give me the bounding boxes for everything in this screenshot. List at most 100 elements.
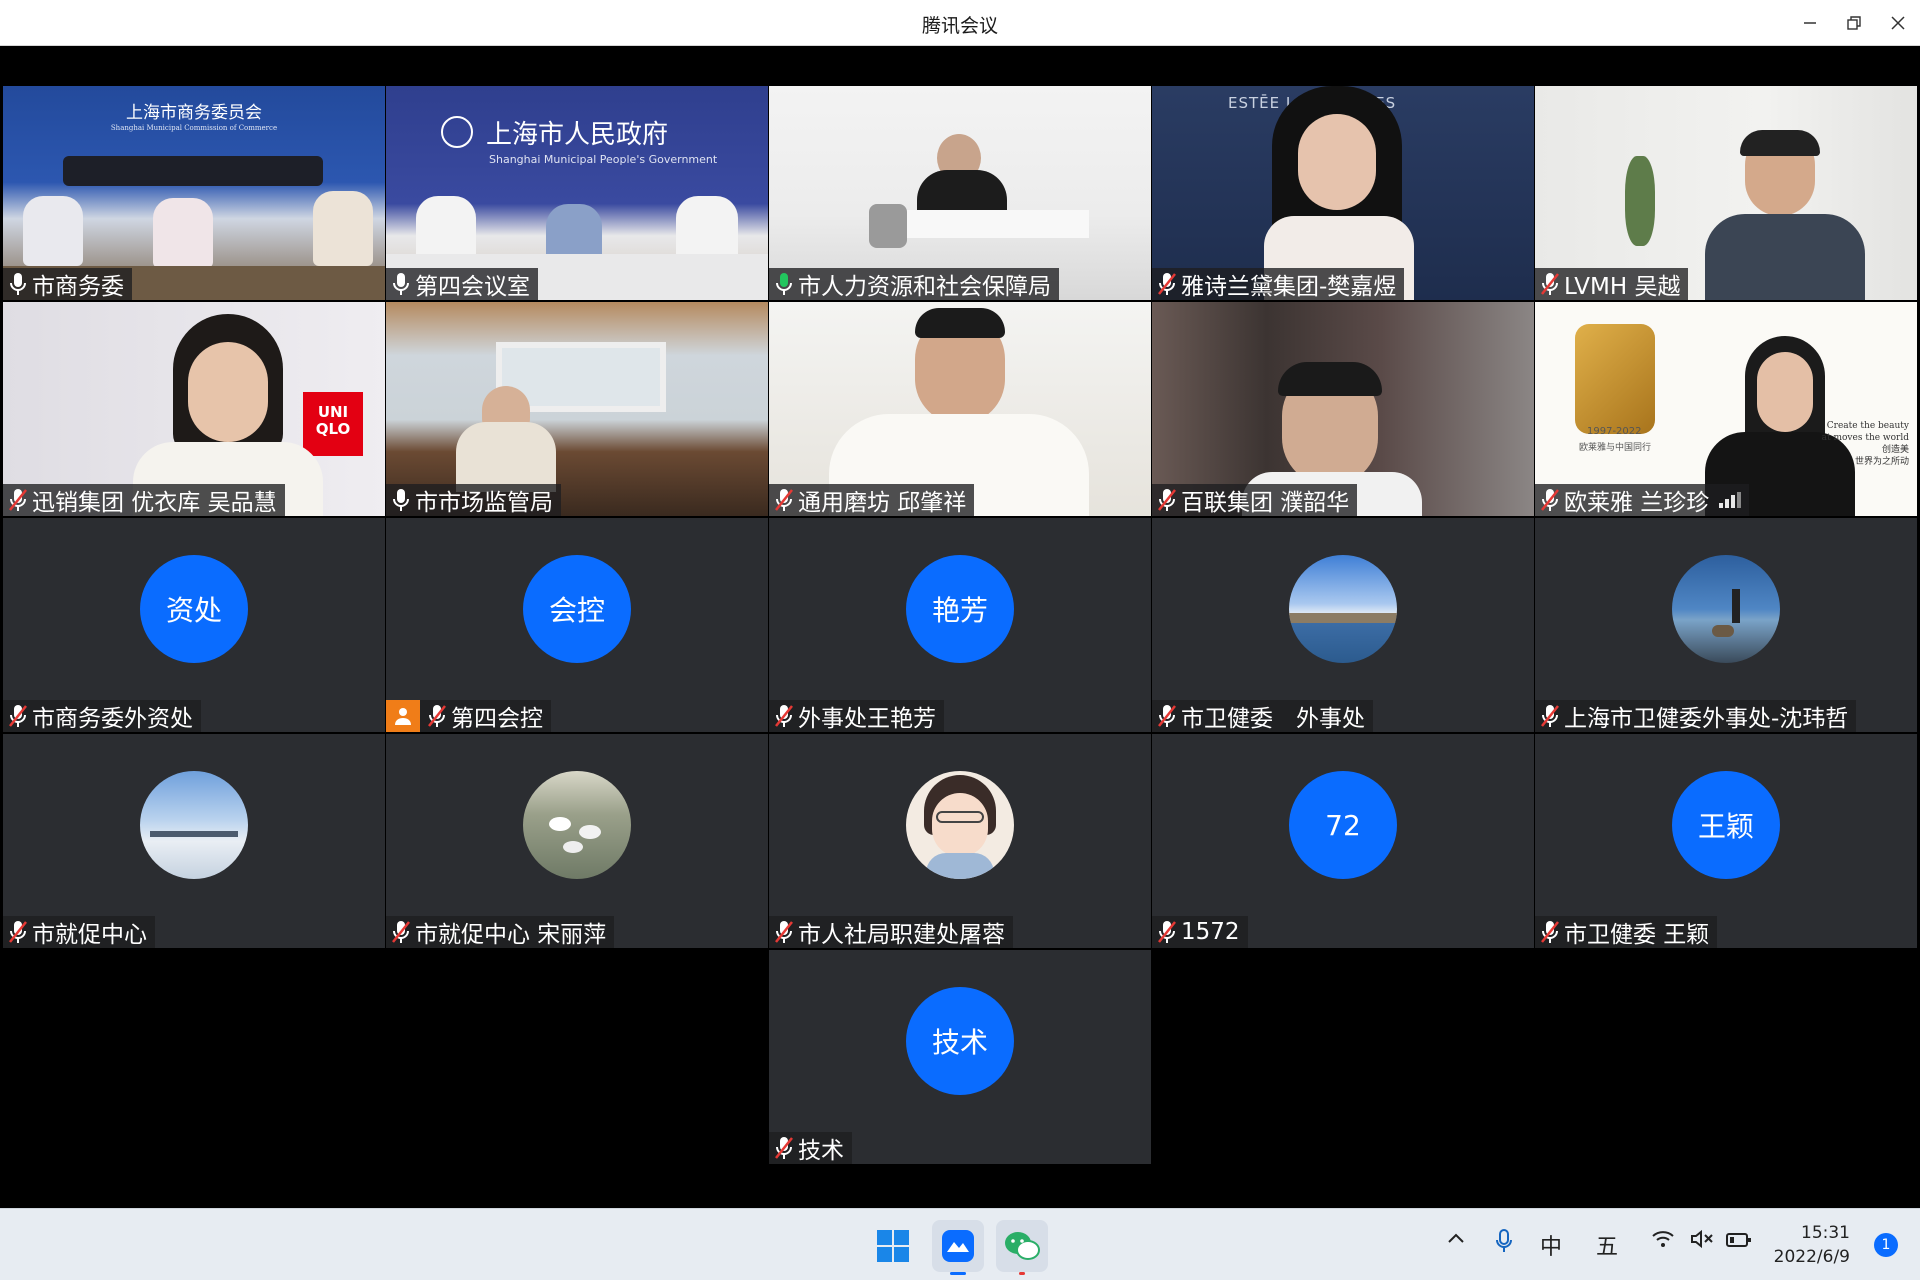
minimize-icon: [1804, 22, 1816, 24]
mic-muted-icon: [392, 921, 410, 943]
backdrop-sign: 上海市商务委员会: [126, 103, 262, 123]
participant-tile[interactable]: LVMH 吴越: [1535, 86, 1917, 300]
wifi-icon: [1652, 1231, 1674, 1247]
clock-date: 2022/6/9: [1773, 1247, 1850, 1267]
participant-tile[interactable]: 王颖 市卫健委 王颖: [1535, 734, 1917, 948]
mic-icon: [393, 489, 409, 511]
participant-tile[interactable]: 市市场监管局: [386, 302, 768, 516]
participant-tile[interactable]: 上海市卫健委外事处-沈玮哲: [1535, 518, 1917, 732]
participant-name: 市卫健委 外事处: [1152, 700, 1373, 732]
backdrop-sign: 上海市人民政府: [486, 120, 669, 150]
avatar-photo: [140, 771, 248, 879]
battery-icon: [1726, 1233, 1751, 1247]
avatar-photo: [1289, 555, 1397, 663]
participant-tile[interactable]: 市人社局职建处屠蓉: [769, 734, 1151, 948]
title-bar: 腾讯会议: [0, 0, 1920, 46]
avatar: 资处: [140, 555, 248, 663]
participant-tile[interactable]: 资处 市商务委外资处: [3, 518, 385, 732]
mic-muted-icon: [1541, 273, 1559, 295]
ime-mode-button[interactable]: 中: [1540, 1229, 1562, 1261]
backdrop-sign-en: Shanghai Municipal People's Government: [489, 153, 718, 166]
participant-tile[interactable]: 百联集团 濮韶华: [1152, 302, 1534, 516]
mic-muted-icon: [775, 1137, 793, 1159]
avatar: 技术: [906, 987, 1014, 1095]
taskbar: 中 五 15:31 2022/6/9 1: [0, 1208, 1920, 1280]
mic-muted-icon: [1158, 273, 1176, 295]
participant-tile[interactable]: 市就促中心 宋丽萍: [386, 734, 768, 948]
participant-name: 市人社局职建处屠蓉: [769, 916, 1013, 948]
participant-name: 第四会控: [386, 700, 551, 732]
participant-name: 上海市卫健委外事处-沈玮哲: [1535, 700, 1857, 732]
participant-name: 市商务委: [3, 268, 132, 300]
network-signal-icon: [1719, 492, 1742, 508]
participant-tile[interactable]: 市卫健委 外事处: [1152, 518, 1534, 732]
mic-muted-icon: [1158, 921, 1176, 943]
anniversary-logo: [1575, 324, 1655, 434]
mic-icon: [393, 273, 409, 295]
start-button[interactable]: [867, 1220, 919, 1272]
microphone-tray-button[interactable]: [1494, 1229, 1514, 1259]
ime-layout-button[interactable]: 五: [1596, 1229, 1618, 1261]
participant-name: 技术: [769, 1132, 852, 1164]
participant-name: 市卫健委 王颖: [1535, 916, 1718, 948]
participant-tile-active-speaker[interactable]: 市人力资源和社会保障局: [769, 86, 1151, 300]
avatar: 艳芳: [906, 555, 1014, 663]
participant-name: 通用磨坊 邱肇祥: [769, 484, 975, 516]
uniqlo-logo: UNI QLO: [303, 392, 363, 456]
participant-name: 市人力资源和社会保障局: [769, 268, 1059, 300]
participant-name: LVMH 吴越: [1535, 268, 1689, 300]
glasses: [936, 811, 984, 823]
close-icon: [1891, 16, 1905, 30]
participant-tile[interactable]: 72 1572: [1152, 734, 1534, 948]
backdrop-sign-en: Shanghai Municipal Commission of Commerc…: [110, 124, 278, 132]
mic-muted-icon: [1158, 705, 1176, 727]
avatar: 王颖: [1672, 771, 1780, 879]
participant-tile[interactable]: 通用磨坊 邱肇祥: [769, 302, 1151, 516]
clock-time: 15:31: [1801, 1223, 1850, 1243]
participant-name: 第四会议室: [386, 268, 538, 300]
windows-logo-icon: [877, 1230, 909, 1262]
video-grid: 上海市商务委员会 Shanghai Municipal Commission o…: [0, 46, 1920, 1208]
chevron-up-icon: [1448, 1233, 1464, 1243]
show-hidden-icons-button[interactable]: [1446, 1229, 1466, 1255]
tencent-meeting-icon: [942, 1230, 974, 1262]
avatar: 会控: [523, 555, 631, 663]
participant-tile[interactable]: 1997-2022 欧莱雅与中国同行 Create the beauty at …: [1535, 302, 1917, 516]
participant-tile[interactable]: 上海市人民政府 Shanghai Municipal People's Gove…: [386, 86, 768, 300]
participant-name: 1572: [1152, 916, 1248, 948]
participant-tile[interactable]: 上海市商务委员会 Shanghai Municipal Commission o…: [3, 86, 385, 300]
participant-tile[interactable]: 技术 技术: [769, 950, 1151, 1164]
participant-tile[interactable]: 艳芳 外事处王艳芳: [769, 518, 1151, 732]
participant-name: 外事处王艳芳: [769, 700, 944, 732]
mic-muted-icon: [1541, 489, 1559, 511]
notification-badge[interactable]: 1: [1874, 1233, 1898, 1257]
mic-muted-icon: [1541, 921, 1559, 943]
mic-icon: [10, 273, 26, 295]
close-button[interactable]: [1876, 0, 1920, 46]
participant-name: 欧莱雅 兰珍珍: [1535, 484, 1750, 516]
government-emblem-icon: [441, 116, 473, 148]
window-title: 腾讯会议: [921, 15, 998, 37]
restore-button[interactable]: [1832, 0, 1876, 46]
participant-name: 市商务委外资处: [3, 700, 201, 732]
mic-muted-icon: [428, 705, 446, 727]
minimize-button[interactable]: [1788, 0, 1832, 46]
mic-muted-icon: [775, 705, 793, 727]
participant-tile[interactable]: UNI QLO 迅销集团 优衣库 吴品慧: [3, 302, 385, 516]
mic-muted-icon: [775, 921, 793, 943]
participant-tile[interactable]: 会控 第四会控: [386, 518, 768, 732]
wifi-button[interactable]: [1652, 1229, 1674, 1255]
avatar: 72: [1289, 771, 1397, 879]
participant-name: 百联集团 濮韶华: [1152, 484, 1358, 516]
volume-button[interactable]: [1690, 1229, 1714, 1255]
taskbar-app-wechat[interactable]: [996, 1220, 1048, 1275]
mic-muted-icon: [9, 921, 27, 943]
participant-tile[interactable]: 市就促中心: [3, 734, 385, 948]
taskbar-app-tencent-meeting[interactable]: [932, 1220, 984, 1275]
clock[interactable]: 15:31 2022/6/9: [1774, 1221, 1850, 1269]
participant-name: 市就促中心: [3, 916, 155, 948]
volume-muted-icon: [1691, 1229, 1713, 1249]
participant-tile[interactable]: ESTĒE LAUD PANIES 雅诗兰黛集团-樊嘉煜: [1152, 86, 1534, 300]
flowers: [1625, 156, 1655, 246]
battery-button[interactable]: [1726, 1229, 1752, 1254]
